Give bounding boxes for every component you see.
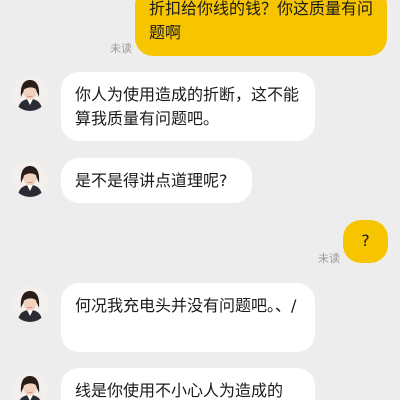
contact-avatar[interactable] <box>12 286 48 322</box>
message-bubble-incoming[interactable]: 是不是得讲点道理呢? <box>61 158 252 203</box>
message-status-unread: 未读 <box>318 252 340 265</box>
message-bubble-outgoing[interactable]: ? <box>343 220 388 263</box>
message-text: 线是你使用不小心人为造成的 <box>75 381 284 400</box>
contact-avatar[interactable] <box>12 371 48 400</box>
message-bubble-incoming[interactable]: 你人为使用造成的折断，这不能算我质量有问题吧。 <box>61 72 315 141</box>
message-text: 是不是得讲点道理呢? <box>75 171 228 190</box>
message-text: ? <box>361 231 370 250</box>
woman-portrait-icon <box>12 161 48 197</box>
message-text: 何况我充电头并没有问题吧。、/ <box>75 296 297 315</box>
message-row-incoming: 你人为使用造成的折断，这不能算我质量有问题吧。 <box>0 72 400 142</box>
message-status-unread: 未读 <box>110 42 132 55</box>
contact-avatar[interactable] <box>12 75 48 111</box>
message-row-outgoing: 折扣给你线的钱？你这质量有问题啊 未读 <box>0 0 400 60</box>
woman-portrait-icon <box>12 286 48 322</box>
message-bubble-outgoing[interactable]: 折扣给你线的钱？你这质量有问题啊 <box>135 0 387 56</box>
contact-avatar[interactable] <box>12 161 48 197</box>
message-row-incoming: 何况我充电头并没有问题吧。、/ <box>0 283 400 353</box>
message-row-incoming: 是不是得讲点道理呢? <box>0 158 400 204</box>
message-bubble-incoming[interactable]: 何况我充电头并没有问题吧。、/ <box>61 283 315 352</box>
message-row-outgoing: ? 未读 <box>0 220 400 270</box>
woman-portrait-icon <box>12 75 48 111</box>
message-row-incoming: 线是你使用不小心人为造成的 <box>0 368 400 400</box>
message-text: 折扣给你线的钱？你这质量有问题啊 <box>149 0 374 42</box>
woman-portrait-icon <box>12 371 48 400</box>
message-bubble-incoming[interactable]: 线是你使用不小心人为造成的 <box>61 368 315 400</box>
chat-message-list[interactable]: 折扣给你线的钱？你这质量有问题啊 未读 你人为使用造成的折断，这不能算我质量有问… <box>0 0 400 400</box>
message-text: 你人为使用造成的折断，这不能算我质量有问题吧。 <box>75 85 300 128</box>
